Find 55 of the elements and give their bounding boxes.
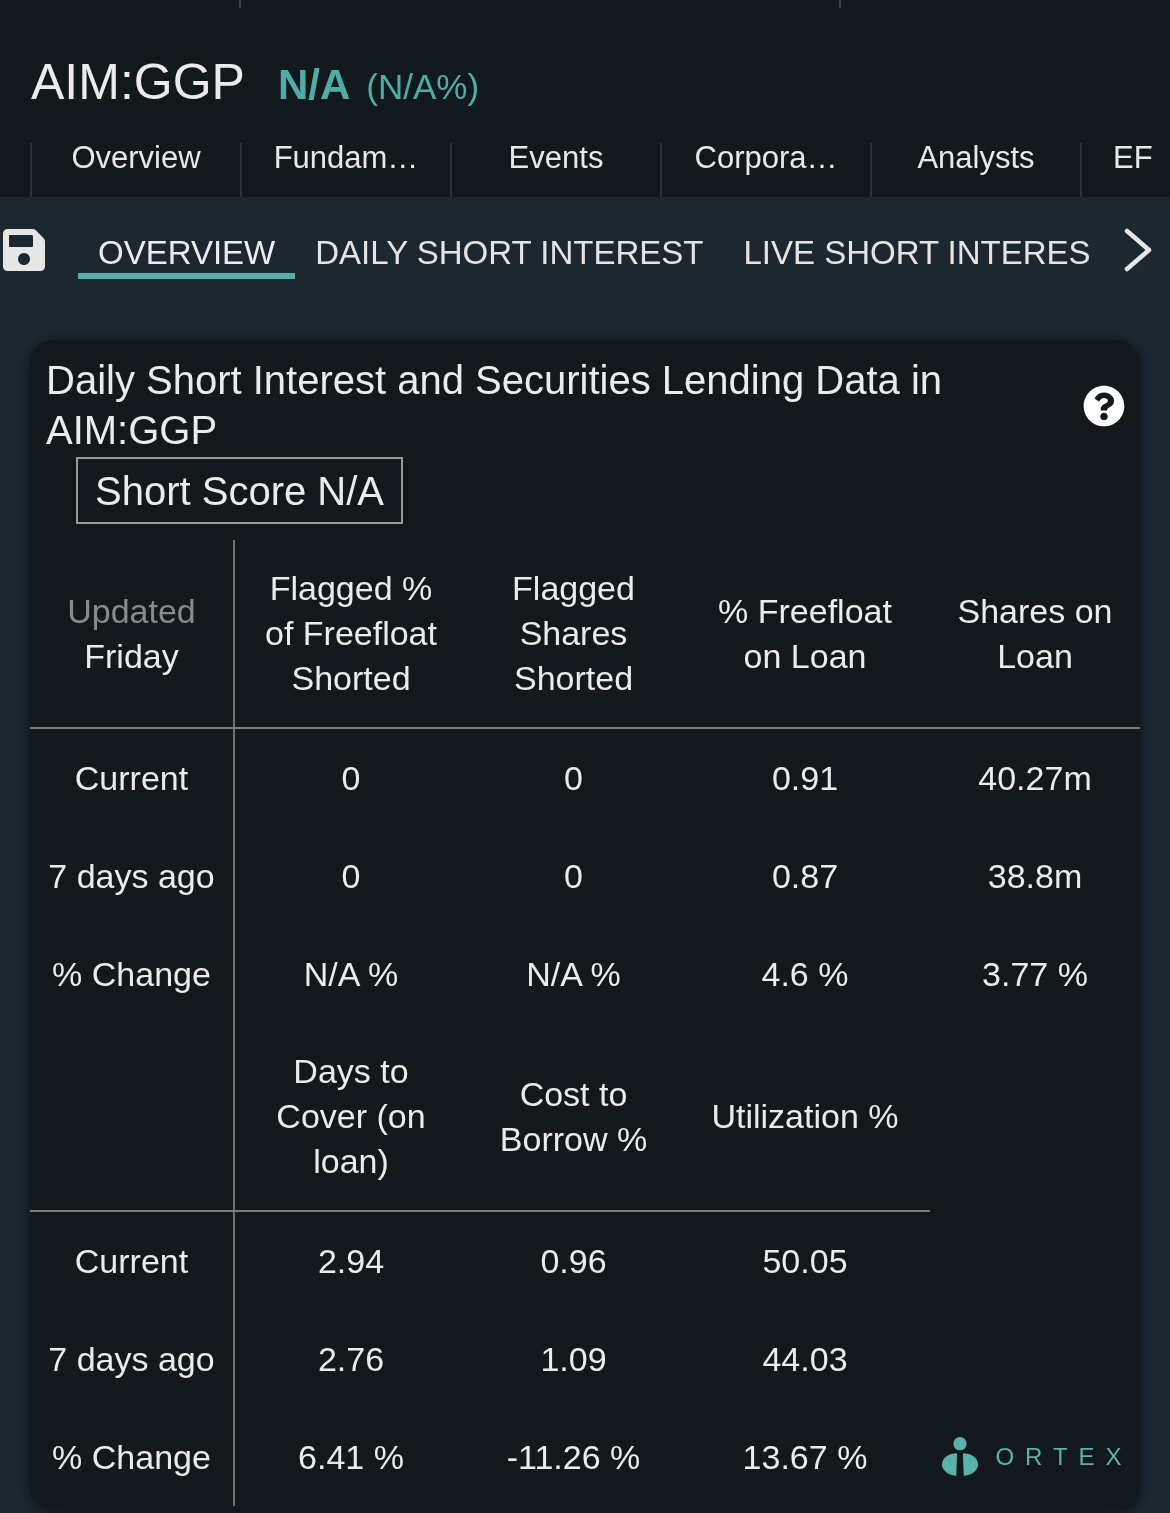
short-score: Short Score N/A [76,457,403,524]
row-label: 7 days ago [48,855,215,897]
nav-tab[interactable]: Fundam… [240,143,450,197]
table-cell-text: N/A % [303,953,399,995]
table-cell-text: 38.8m [987,855,1083,897]
row-label: % Change [52,1436,211,1478]
column-header: % Freefloat on Loan [717,590,893,677]
row-label: % Change [52,953,211,995]
table-cell-text: 13.67 % [742,1436,868,1478]
table-cell-text: 2.94 [317,1240,385,1282]
column-header: Days to Cover (on loan) [275,1051,427,1182]
price-change: (N/A%) [366,66,480,108]
updated-day: Friday [84,633,179,679]
save-icon[interactable] [3,226,45,274]
logo-wordmark: ORTEX [995,1443,1133,1471]
price-value: N/A [277,60,351,110]
table-cell-text: 6.41 % [298,1436,404,1478]
table-cell-text: 40.27m [978,757,1092,799]
logo-icon [941,1437,980,1477]
table-cell-text: 0 [564,855,583,897]
table-cell-text: 44.03 [762,1338,848,1380]
section-tab[interactable]: OVERVIEW [78,215,296,279]
nav-tab[interactable]: Analysts [870,143,1080,197]
nav-tab[interactable]: Overview [30,143,240,197]
table-cell-text: -11.26 % [506,1436,641,1478]
chevron-right-icon[interactable] [1124,228,1152,272]
table-cell-text: 0 [341,855,361,897]
row-label: Current [74,1240,189,1282]
nav-tab[interactable]: Events [450,143,660,197]
column-header: Shares on Loan [956,590,1114,677]
row-label: 7 days ago [48,1338,215,1380]
table-cell-text: 2.76 [317,1338,385,1380]
updated-label: Updated [67,590,196,632]
table-cell-text: 0.96 [540,1240,607,1282]
table-cell-text: 0 [564,757,583,799]
nav-tab[interactable]: EF [1080,143,1170,197]
table-cell-text: 0.91 [771,757,839,799]
card-title: Daily Short Interest and Securities Lending Data in AIM:GGP [46,357,944,454]
table-cell-text: 1.09 [540,1338,607,1380]
column-header: Utilization % [711,1096,899,1137]
table-cell-text: 0.87 [771,855,839,897]
ticker-symbol: AIM:GGP [31,56,245,108]
help-icon[interactable] [1083,385,1125,427]
table-cell-text: N/A % [526,953,621,995]
column-header: Flagged Shares Shorted [511,568,636,699]
section-tab[interactable]: LIVE SHORT INTERES [723,215,1111,279]
section-tab[interactable]: DAILY SHORT INTEREST [295,215,724,279]
table-cell-text: 4.6 % [761,953,849,995]
column-header: Flagged % of Freefloat Shorted [264,568,438,699]
table-cell-text: 0 [341,757,361,799]
table-cell-text: 50.05 [762,1240,848,1282]
column-header: Cost to Borrow % [498,1073,649,1160]
row-label: Current [74,757,189,799]
nav-tab[interactable]: Corpora… [660,143,870,197]
table-cell-text: 3.77 % [982,953,1088,995]
